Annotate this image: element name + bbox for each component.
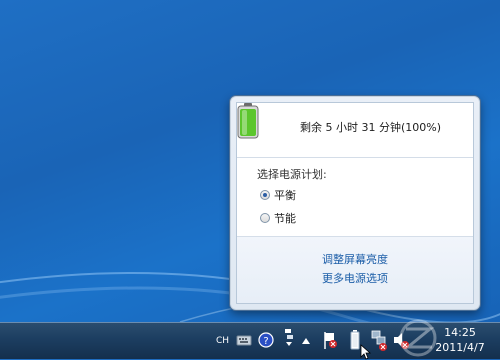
radio-selected-icon[interactable] [260, 190, 270, 200]
network-icon[interactable] [370, 323, 388, 359]
more-power-options-link[interactable]: 更多电源选项 [237, 270, 473, 286]
divider [237, 157, 473, 158]
battery-remaining-text: 剩余 5 小时 31 分钟(100%) [300, 121, 442, 134]
power-flyout: 剩余 5 小时 31 分钟(100%) 选择电源计划: 平衡 节能 调整屏幕亮度… [230, 96, 480, 310]
desktop-background: 剩余 5 小时 31 分钟(100%) 选择电源计划: 平衡 节能 调整屏幕亮度… [0, 0, 500, 322]
watermark-logo-icon [399, 319, 437, 357]
battery-status-row: 剩余 5 小时 31 分钟(100%) [237, 103, 473, 155]
help-icon[interactable]: ? [258, 323, 274, 359]
power-flyout-body: 剩余 5 小时 31 分钟(100%) 选择电源计划: 平衡 节能 调整屏幕亮度… [236, 102, 474, 304]
language-indicator[interactable]: CH [216, 323, 232, 359]
adjust-brightness-link[interactable]: 调整屏幕亮度 [237, 251, 473, 267]
action-center-flag-icon[interactable] [322, 323, 338, 359]
power-flyout-footer: 调整屏幕亮度 更多电源选项 [237, 236, 473, 303]
battery-icon [237, 103, 259, 139]
radio-unselected-icon[interactable] [260, 213, 270, 223]
clock-time: 14:25 [444, 326, 476, 339]
plan-option-label: 平衡 [274, 189, 296, 202]
network-arrows-icon[interactable] [282, 323, 296, 359]
show-hidden-icons-arrow-icon[interactable] [300, 323, 312, 359]
power-plan-heading: 选择电源计划: [257, 168, 327, 181]
plan-option-label: 节能 [274, 212, 296, 225]
svg-text:?: ? [263, 336, 268, 347]
keyboard-icon[interactable] [236, 323, 252, 359]
